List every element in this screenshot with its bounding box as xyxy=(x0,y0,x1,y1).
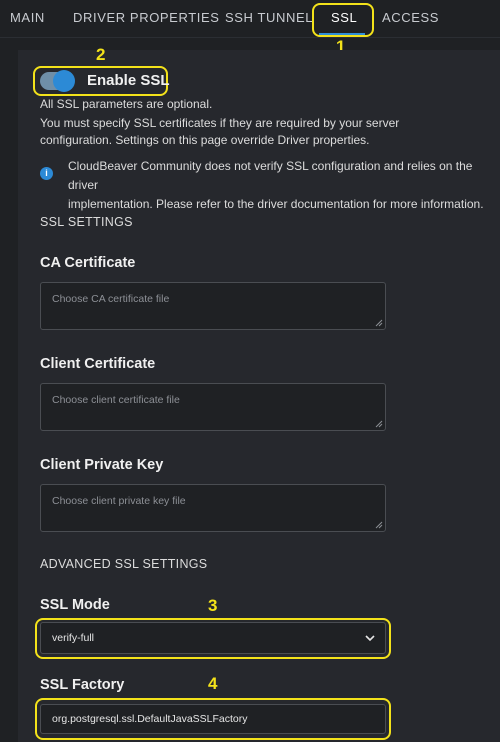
ssl-factory-value: org.postgresql.ssl.DefaultJavaSSLFactory xyxy=(52,713,248,725)
enable-ssl-label: Enable SSL xyxy=(87,72,170,89)
tab-access[interactable]: ACCESS xyxy=(382,0,439,36)
annotation-number-4: 4 xyxy=(208,674,218,693)
info-note: CloudBeaver Community does not verify SS… xyxy=(68,157,493,214)
client-private-key-label: Client Private Key xyxy=(40,457,164,473)
ssl-mode-select[interactable]: verify-full xyxy=(40,622,386,654)
ssl-mode-value: verify-full xyxy=(52,632,95,644)
enable-ssl-toggle[interactable] xyxy=(40,70,75,92)
ca-certificate-placeholder: Choose CA certificate file xyxy=(52,293,170,305)
intro-text-optional: All SSL parameters are optional. xyxy=(40,97,213,111)
client-certificate-input[interactable]: Choose client certificate file xyxy=(40,383,386,431)
advanced-ssl-settings-heading: ADVANCED SSL SETTINGS xyxy=(40,557,208,571)
tab-driver-properties[interactable]: DRIVER PROPERTIES xyxy=(73,0,220,36)
client-certificate-placeholder: Choose client certificate file xyxy=(52,394,180,406)
ssl-mode-label: SSL Mode xyxy=(40,597,110,613)
ssl-factory-input[interactable]: org.postgresql.ssl.DefaultJavaSSLFactory xyxy=(40,704,386,734)
info-note-line-2: implementation. Please refer to the driv… xyxy=(68,197,484,211)
tab-ssl[interactable]: SSL xyxy=(331,0,357,36)
toggle-knob xyxy=(53,70,75,92)
client-certificate-label: Client Certificate xyxy=(40,356,156,372)
tab-bar: MAIN DRIVER PROPERTIES SSH TUNNEL SSL AC… xyxy=(0,0,500,38)
annotation-number-2: 2 xyxy=(96,45,106,64)
tab-main[interactable]: MAIN xyxy=(10,0,45,36)
resize-grip-icon[interactable] xyxy=(375,319,383,327)
client-private-key-input[interactable]: Choose client private key file xyxy=(40,484,386,532)
info-icon: i xyxy=(40,167,53,180)
ssl-factory-label: SSL Factory xyxy=(40,677,125,693)
info-note-line-1: CloudBeaver Community does not verify SS… xyxy=(68,159,473,192)
active-tab-indicator xyxy=(319,33,365,35)
ca-certificate-label: CA Certificate xyxy=(40,255,136,271)
resize-grip-icon[interactable] xyxy=(375,521,383,529)
client-private-key-placeholder: Choose client private key file xyxy=(52,495,186,507)
resize-grip-icon[interactable] xyxy=(375,420,383,428)
ca-certificate-input[interactable]: Choose CA certificate file xyxy=(40,282,386,330)
intro-text-override: configuration. Settings on this page ove… xyxy=(40,133,370,147)
chevron-down-icon xyxy=(365,635,375,642)
tab-ssh-tunnel[interactable]: SSH TUNNEL xyxy=(225,0,313,36)
ssl-settings-heading: SSL SETTINGS xyxy=(40,215,133,229)
annotation-number-3: 3 xyxy=(208,596,218,615)
